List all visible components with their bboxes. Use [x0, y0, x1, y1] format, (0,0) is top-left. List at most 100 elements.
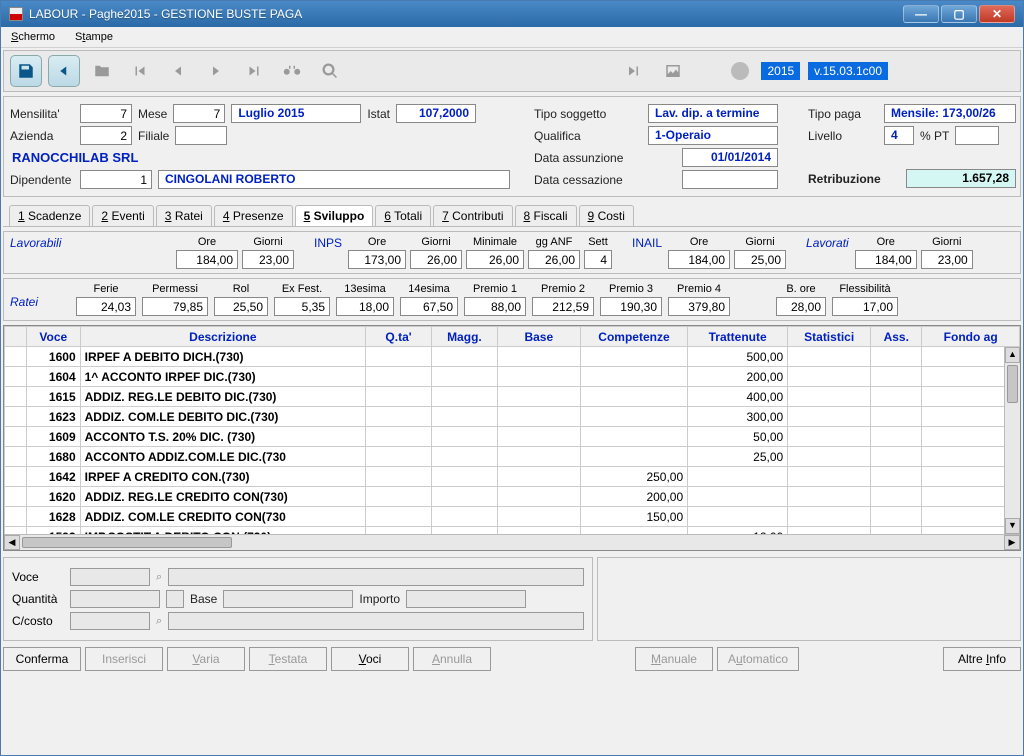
- ratei-col-input[interactable]: [668, 297, 730, 316]
- tab-scadenze[interactable]: 1 Scadenze: [9, 205, 90, 226]
- inserisci-button[interactable]: Inserisci: [85, 647, 163, 671]
- voce-input[interactable]: [70, 568, 150, 586]
- tab-fiscali[interactable]: 8 Fiscali: [515, 205, 577, 226]
- grid-header-cell[interactable]: Base: [497, 327, 580, 347]
- maximize-button[interactable]: ▢: [941, 5, 977, 23]
- altre-info-button[interactable]: Altre Info: [943, 647, 1021, 671]
- close-button[interactable]: ✕: [979, 5, 1015, 23]
- conferma-button[interactable]: Conferma: [3, 647, 81, 671]
- vertical-scrollbar[interactable]: ▲ ▼: [1004, 347, 1020, 534]
- filiale-input[interactable]: [175, 126, 227, 145]
- tab-costi[interactable]: 9 Costi: [579, 205, 634, 226]
- ratei-col-input[interactable]: [142, 297, 208, 316]
- testata-button[interactable]: Testata: [249, 647, 327, 671]
- grid-header-cell[interactable]: Competenze: [580, 327, 687, 347]
- lavorabili-ore-input[interactable]: [176, 250, 238, 269]
- folder-icon[interactable]: [86, 55, 118, 87]
- tab-eventi[interactable]: 2 Eventi: [92, 205, 153, 226]
- ratei-col-input[interactable]: [776, 297, 826, 316]
- tab-ratei[interactable]: 3 Ratei: [156, 205, 212, 226]
- scroll-down-icon[interactable]: ▼: [1005, 518, 1020, 534]
- grid-table[interactable]: VoceDescrizioneQ.ta'Magg.BaseCompetenzeT…: [4, 326, 1020, 534]
- horizontal-scrollbar[interactable]: ◀ ▶: [4, 534, 1020, 550]
- quantita-input[interactable]: [70, 590, 160, 608]
- annulla-button[interactable]: Annulla: [413, 647, 491, 671]
- ratei-col-input[interactable]: [214, 297, 268, 316]
- inps-ore-input[interactable]: [348, 250, 406, 269]
- prev-icon[interactable]: [162, 55, 194, 87]
- minimize-button[interactable]: —: [903, 5, 939, 23]
- ratei-col-input[interactable]: [464, 297, 526, 316]
- inps-sett-input[interactable]: [584, 250, 612, 269]
- table-row[interactable]: 1600IRPEF A DEBITO DICH.(730)500,00: [5, 347, 1020, 367]
- scroll-thumb[interactable]: [1007, 365, 1018, 403]
- table-row[interactable]: 1593IMP.SOSTIT.A DEBITO CON.(730)12,00: [5, 527, 1020, 535]
- scroll-up-icon[interactable]: ▲: [1005, 347, 1020, 363]
- mese-input[interactable]: [173, 104, 225, 123]
- inail-giorni-input[interactable]: [734, 250, 786, 269]
- ratei-col-input[interactable]: [600, 297, 662, 316]
- ratei-col-input[interactable]: [400, 297, 458, 316]
- tab-totali[interactable]: 6 Totali: [375, 205, 431, 226]
- back-icon[interactable]: [48, 55, 80, 87]
- grid-header-cell[interactable]: Ass.: [871, 327, 922, 347]
- grid-header-cell[interactable]: Trattenute: [688, 327, 788, 347]
- next-icon[interactable]: [200, 55, 232, 87]
- voci-button[interactable]: Voci: [331, 647, 409, 671]
- grid-header-cell[interactable]: Fondo ag: [922, 327, 1020, 347]
- grid-header-cell[interactable]: Q.ta': [366, 327, 432, 347]
- dipendente-input[interactable]: [80, 170, 152, 189]
- scroll-left-icon[interactable]: ◀: [4, 535, 20, 550]
- tab-presenze[interactable]: 4 Presenze: [214, 205, 293, 226]
- ccosto-input[interactable]: [70, 612, 150, 630]
- tab-contributi[interactable]: 7 Contributi: [433, 205, 512, 226]
- grid-header-cell[interactable]: [5, 327, 27, 347]
- last-icon[interactable]: [238, 55, 270, 87]
- mensilita-input[interactable]: [80, 104, 132, 123]
- ccosto-desc-input[interactable]: [168, 612, 584, 630]
- base-input[interactable]: [223, 590, 353, 608]
- inps-gganf-input[interactable]: [528, 250, 580, 269]
- importo-input[interactable]: [406, 590, 526, 608]
- grid-header-cell[interactable]: Magg.: [431, 327, 497, 347]
- scroll-right-icon[interactable]: ▶: [1004, 535, 1020, 550]
- lookup-icon[interactable]: ⌕: [156, 571, 162, 584]
- automatico-button[interactable]: Automatico: [717, 647, 799, 671]
- table-row[interactable]: 1642IRPEF A CREDITO CON.(730)250,00: [5, 467, 1020, 487]
- binoculars-icon[interactable]: [276, 55, 308, 87]
- skip-icon[interactable]: [619, 55, 651, 87]
- grid-header-cell[interactable]: Statistici: [788, 327, 871, 347]
- lookup-icon-2[interactable]: ⌕: [156, 615, 162, 628]
- ratei-col-input[interactable]: [274, 297, 330, 316]
- voce-desc-input[interactable]: [168, 568, 584, 586]
- inps-giorni-input[interactable]: [410, 250, 462, 269]
- table-row[interactable]: 1609ACCONTO T.S. 20% DIC. (730)50,00: [5, 427, 1020, 447]
- ratei-col-input[interactable]: [336, 297, 394, 316]
- quantita-aux-input[interactable]: [166, 590, 184, 608]
- hscroll-thumb[interactable]: [22, 537, 232, 548]
- first-icon[interactable]: [124, 55, 156, 87]
- table-row[interactable]: 1623ADDIZ. COM.LE DEBITO DIC.(730)300,00: [5, 407, 1020, 427]
- ratei-col-input[interactable]: [832, 297, 898, 316]
- lavorati-ore-input[interactable]: [855, 250, 917, 269]
- grid-header-cell[interactable]: Descrizione: [80, 327, 365, 347]
- grid-header-cell[interactable]: Voce: [26, 327, 80, 347]
- image-icon[interactable]: [657, 55, 689, 87]
- ratei-col-input[interactable]: [76, 297, 136, 316]
- azienda-input[interactable]: [80, 126, 132, 145]
- ratei-col-input[interactable]: [532, 297, 594, 316]
- varia-button[interactable]: Varia: [167, 647, 245, 671]
- table-row[interactable]: 1615ADDIZ. REG.LE DEBITO DIC.(730)400,00: [5, 387, 1020, 407]
- table-row[interactable]: 1680ACCONTO ADDIZ.COM.LE DIC.(73025,00: [5, 447, 1020, 467]
- inail-ore-input[interactable]: [668, 250, 730, 269]
- lavorabili-giorni-input[interactable]: [242, 250, 294, 269]
- save-icon[interactable]: [10, 55, 42, 87]
- table-row[interactable]: 1620ADDIZ. REG.LE CREDITO CON(730)200,00: [5, 487, 1020, 507]
- tab-sviluppo[interactable]: 5 Sviluppo: [295, 205, 374, 226]
- table-row[interactable]: 16041^ ACCONTO IRPEF DIC.(730)200,00: [5, 367, 1020, 387]
- menu-stampe[interactable]: Stampe: [71, 29, 117, 45]
- search-icon[interactable]: [314, 55, 346, 87]
- lavorati-giorni-input[interactable]: [921, 250, 973, 269]
- inps-minimale-input[interactable]: [466, 250, 524, 269]
- table-row[interactable]: 1628ADDIZ. COM.LE CREDITO CON(730150,00: [5, 507, 1020, 527]
